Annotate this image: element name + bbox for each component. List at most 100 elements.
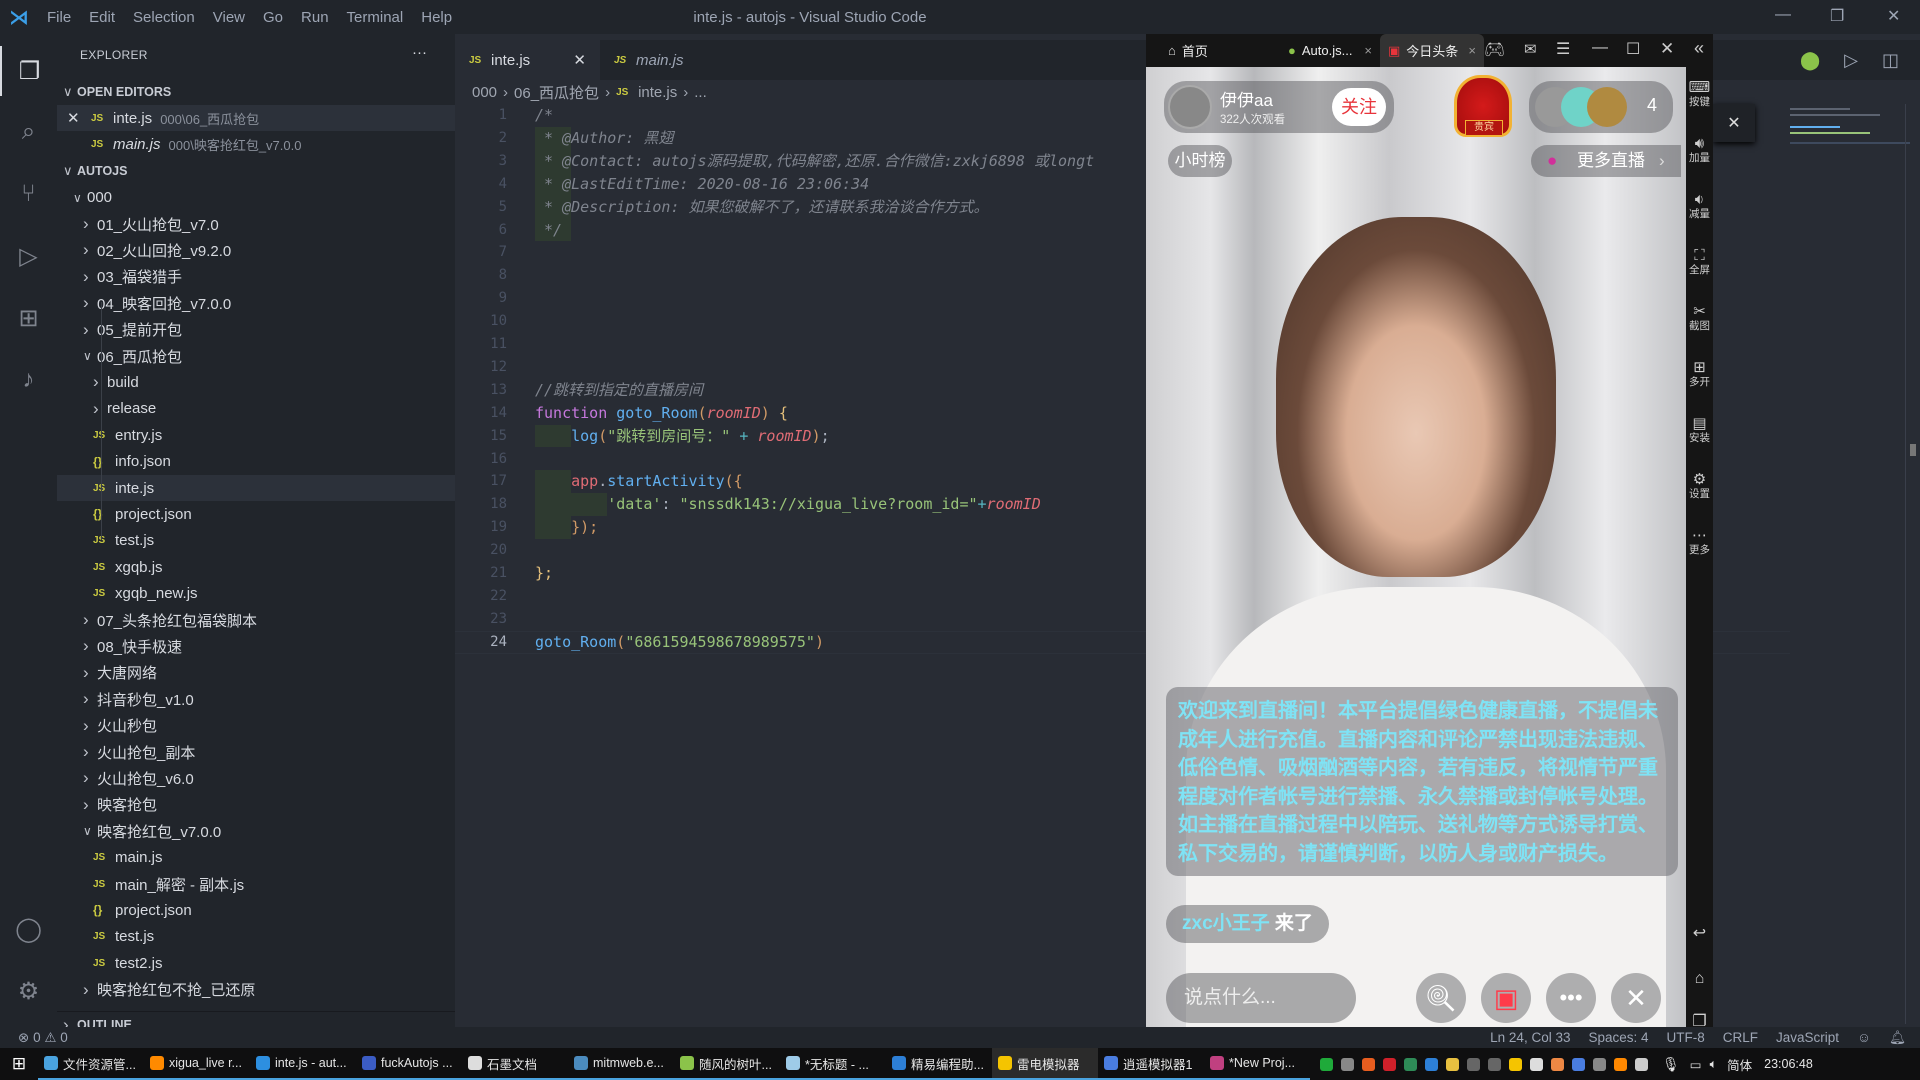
file-item[interactable]: JS test2.js xyxy=(57,950,455,976)
tray-app-icon[interactable] xyxy=(1530,1057,1543,1071)
close-icon[interactable]: ✕ xyxy=(67,109,91,127)
taskbar-item[interactable]: inte.js - aut... xyxy=(250,1048,356,1080)
code-line[interactable]: function goto_Room(roomID) { xyxy=(535,402,788,425)
code-line[interactable]: /* xyxy=(535,104,553,127)
tray-app-icon[interactable] xyxy=(1320,1057,1333,1071)
folder-item[interactable]: › 火山抢包_v6.0 xyxy=(57,765,455,791)
cursor-position[interactable]: Ln 24, Col 33 xyxy=(1490,1030,1570,1046)
tray-app-icon[interactable] xyxy=(1425,1057,1438,1071)
gamepad-icon[interactable]: 🎮︎ xyxy=(1484,40,1506,60)
network-icon[interactable]: ▭ xyxy=(1690,1057,1702,1072)
code-line[interactable]: 'data': "snssdk143://xigua_live?room_id=… xyxy=(535,493,1040,516)
emulator-side-button[interactable]: ✂ 截图 xyxy=(1686,304,1713,333)
code-line[interactable]: app.startActivity({ xyxy=(535,470,743,493)
tray-app-icon[interactable] xyxy=(1488,1057,1501,1071)
code-line[interactable]: log("跳转到房间号：" + roomID); xyxy=(535,425,830,448)
chevron-down-icon[interactable]: ∨ xyxy=(63,163,77,179)
taskbar-item[interactable]: 雷电模拟器 xyxy=(992,1048,1098,1080)
audience-list[interactable]: 4 xyxy=(1529,81,1673,133)
split-editor-icon[interactable]: ◫ xyxy=(1882,50,1899,71)
windows-start-icon[interactable]: ⊞ xyxy=(0,1054,38,1074)
streamer-card[interactable]: 伊伊aa 322人次观看 关注 xyxy=(1164,81,1394,133)
encoding[interactable]: UTF-8 xyxy=(1667,1030,1705,1046)
tray-app-icon[interactable] xyxy=(1446,1057,1459,1071)
folder-item[interactable]: › 大唐网络 xyxy=(57,660,455,686)
code-line[interactable]: */ xyxy=(535,219,562,242)
more-icon[interactable]: ••• xyxy=(1546,973,1596,1023)
tab-main-js[interactable]: JS main.js xyxy=(600,40,745,80)
tray-app-icon[interactable] xyxy=(1635,1057,1648,1071)
tray-app-icon[interactable] xyxy=(1509,1057,1522,1071)
taskbar-item[interactable]: 石墨文档 xyxy=(462,1048,568,1080)
hour-rank-button[interactable]: 小时榜 xyxy=(1168,145,1232,177)
emulator-side-button[interactable]: ⋯ 更多 xyxy=(1686,528,1713,557)
file-item[interactable]: {} project.json xyxy=(57,501,455,527)
back-icon[interactable]: ↩ xyxy=(1686,926,1713,942)
tray-app-icon[interactable] xyxy=(1383,1057,1396,1071)
folder-item[interactable]: ∨ 000 xyxy=(57,185,455,211)
folder-item[interactable]: › 05_提前开包 xyxy=(57,317,455,343)
close-icon[interactable]: ✕ xyxy=(1660,39,1674,59)
emulator-tab-0[interactable]: ⌂ 首页 xyxy=(1160,34,1260,67)
emulator-side-button[interactable]: ⚙ 设置 xyxy=(1686,472,1713,501)
comment-input[interactable]: 说点什么... xyxy=(1166,973,1356,1023)
restore-icon[interactable]: ❐ xyxy=(1830,6,1844,26)
folder-item[interactable]: › 抖音秒包_v1.0 xyxy=(57,686,455,712)
code-line[interactable]: goto_Room("6861594598678989575") xyxy=(535,631,824,654)
folder-item[interactable]: › 04_映客回抢_v7.0.0 xyxy=(57,290,455,316)
run-icon[interactable]: ▷ xyxy=(1844,50,1858,71)
tab-inte-js[interactable]: JS inte.js ✕ xyxy=(455,40,600,80)
minimize-icon[interactable]: — xyxy=(1592,39,1608,57)
tray-app-icon[interactable] xyxy=(1404,1057,1417,1071)
file-item[interactable]: JS test.js xyxy=(57,924,455,950)
microphone-icon[interactable]: 🎙︎ xyxy=(1662,1056,1680,1073)
minimize-icon[interactable]: — xyxy=(1775,6,1791,24)
file-item[interactable]: JS xgqb_new.js xyxy=(57,581,455,607)
tray-app-icon[interactable] xyxy=(1341,1057,1354,1071)
collapse-icon[interactable]: « xyxy=(1694,38,1704,59)
tray-app-icon[interactable] xyxy=(1614,1057,1627,1071)
folder-item[interactable]: › release xyxy=(57,396,455,422)
feedback-icon[interactable]: ☺ xyxy=(1857,1030,1871,1046)
ellipsis-icon[interactable]: ··· xyxy=(412,44,427,61)
folder-item[interactable]: › 映客抢包 xyxy=(57,792,455,818)
search-icon[interactable]: ⌕ xyxy=(0,107,57,157)
breadcrumb-item[interactable]: 000 xyxy=(472,84,497,101)
folder-item[interactable]: › 08_快手极速 xyxy=(57,633,455,659)
close-icon[interactable]: × xyxy=(1364,43,1372,58)
code-line[interactable]: }); xyxy=(535,516,598,539)
minimap[interactable] xyxy=(1790,104,1910,164)
breadcrumb-item[interactable]: inte.js xyxy=(638,84,677,101)
audience-avatar[interactable] xyxy=(1587,87,1627,127)
taskbar-item[interactable]: *New Proj... xyxy=(1204,1048,1310,1080)
source-control-icon[interactable]: ⑂ xyxy=(0,169,57,219)
folder-item[interactable]: › 02_火山回抢_v9.2.0 xyxy=(57,237,455,263)
folder-item[interactable]: ∨ 06_西瓜抢包 xyxy=(57,343,455,369)
code-line[interactable]: }; xyxy=(535,562,553,585)
emulator-tab-2[interactable]: ▣ 今日头条 × xyxy=(1380,34,1484,67)
streamer-avatar[interactable] xyxy=(1168,85,1212,129)
close-icon[interactable]: ✕ xyxy=(1727,113,1740,133)
code-line[interactable]: //跳转到指定的直播房间 xyxy=(535,379,703,402)
folder-item[interactable]: ∨ 映客抢红包_v7.0.0 xyxy=(57,818,455,844)
android-run-icon[interactable]: ⬤ xyxy=(1800,50,1820,71)
file-item[interactable]: JS test.js xyxy=(57,528,455,554)
gear-icon[interactable]: ⚙ xyxy=(0,966,57,1016)
file-item[interactable]: JS main.js xyxy=(57,845,455,871)
extensions-icon[interactable]: ⊞ xyxy=(0,293,57,343)
emulator-side-button[interactable]: ⌨ 按键 xyxy=(1686,80,1713,109)
explorer-icon[interactable]: ❐ xyxy=(0,46,57,96)
tree-row[interactable]: ∨ AUTOJS xyxy=(57,158,455,184)
code-line[interactable]: * @Description: 如果您破解不了，还请联系我洽谈合作方式。 xyxy=(535,196,989,219)
code-line[interactable]: * @LastEditTime: 2020-08-16 23:06:34 xyxy=(535,173,869,196)
file-item[interactable]: {} project.json xyxy=(57,897,455,923)
scrollbar-thumb[interactable] xyxy=(1910,444,1916,456)
gift-icon[interactable]: ▣ xyxy=(1481,973,1531,1023)
folder-item[interactable]: › 火山秒包 xyxy=(57,713,455,739)
file-item[interactable]: JS entry.js xyxy=(57,422,455,448)
folder-item[interactable]: › 火山抢包_副本 xyxy=(57,739,455,765)
close-icon[interactable]: ✕ xyxy=(1887,6,1900,26)
language-mode[interactable]: JavaScript xyxy=(1776,1030,1839,1046)
home-icon[interactable]: ⌂ xyxy=(1686,971,1713,987)
tray-app-icon[interactable] xyxy=(1572,1057,1585,1071)
